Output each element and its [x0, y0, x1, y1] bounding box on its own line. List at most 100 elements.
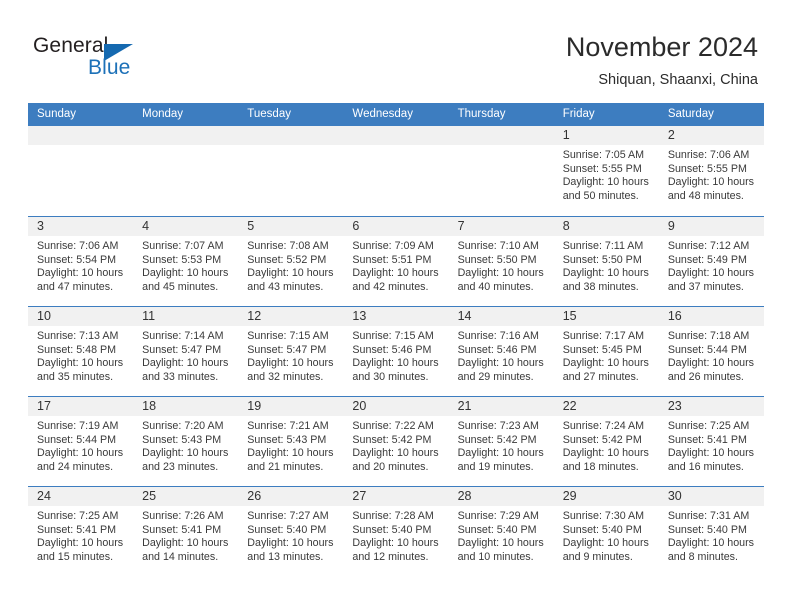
sunset-text: Sunset: 5:40 PM: [562, 523, 642, 536]
calendar-empty-cell: [448, 126, 554, 216]
sunset-text: Sunset: 5:46 PM: [352, 343, 432, 356]
calendar-day-cell[interactable]: 5 Sunrise: 7:08 AM Sunset: 5:52 PM Daylight…: [238, 217, 344, 306]
daylight-text-line2: and 37 minutes.: [667, 280, 744, 293]
calendar-day-cell[interactable]: 15 Sunrise: 7:17 AM Sunset: 5:45 PM Dayligh…: [553, 307, 659, 396]
daylight-text-line1: Daylight: 10 hours: [352, 357, 439, 370]
day-sun-info: Sunrise: 7:07 AM Sunset: 5:53 PM Daylight:…: [133, 236, 238, 294]
calendar-day-cell[interactable]: 20 Sunrise: 7:22 AM Sunset: 5:42 PM Dayligh…: [343, 397, 449, 486]
sunrise-text: Sunrise: 7:19 AM: [37, 420, 119, 432]
calendar-day-cell[interactable]: 3 Sunrise: 7:06 AM Sunset: 5:54 PM Daylight…: [28, 217, 134, 306]
daylight-text-line2: and 33 minutes.: [142, 370, 219, 383]
day-number-band: [343, 126, 449, 145]
calendar-day-cell[interactable]: 18 Sunrise: 7:20 AM Sunset: 5:43 PM Dayligh…: [133, 397, 239, 486]
day-number: 24: [37, 489, 51, 503]
calendar-day-cell[interactable]: 23 Sunrise: 7:25 AM Sunset: 5:41 PM Dayligh…: [658, 397, 764, 486]
sunset-text: Sunset: 5:45 PM: [562, 343, 642, 356]
calendar-day-cell[interactable]: 7 Sunrise: 7:10 AM Sunset: 5:50 PM Daylight…: [448, 217, 554, 306]
day-sun-info: Sunrise: 7:10 AM Sunset: 5:50 PM Daylight:…: [449, 236, 554, 294]
daylight-text-line2: and 43 minutes.: [247, 280, 324, 293]
sunset-text: Sunset: 5:40 PM: [352, 523, 432, 536]
sunrise-text: Sunrise: 7:30 AM: [562, 510, 645, 522]
daylight-text-line2: and 42 minutes.: [352, 280, 429, 293]
day-sun-info: Sunrise: 7:26 AM Sunset: 5:41 PM Daylight:…: [133, 506, 238, 564]
daylight-text-line1: Daylight: 10 hours: [247, 537, 334, 550]
day-number-band: 15: [553, 307, 659, 326]
calendar-day-cell[interactable]: 28 Sunrise: 7:29 AM Sunset: 5:40 PM Dayligh…: [448, 487, 554, 576]
day-number: 30: [667, 489, 682, 503]
calendar-day-cell[interactable]: 19 Sunrise: 7:21 AM Sunset: 5:43 PM Dayligh…: [238, 397, 344, 486]
calendar-day-cell[interactable]: 9 Sunrise: 7:12 AM Sunset: 5:49 PM Daylight…: [658, 217, 764, 306]
calendar-day-cell[interactable]: 26 Sunrise: 7:27 AM Sunset: 5:40 PM Dayligh…: [238, 487, 344, 576]
sunrise-text: Sunrise: 7:05 AM: [562, 149, 645, 161]
sunset-text: Sunset: 5:48 PM: [37, 343, 117, 356]
day-number: 1: [562, 128, 570, 142]
day-sun-info: Sunrise: 7:12 AM Sunset: 5:49 PM Daylight:…: [659, 236, 764, 294]
day-sun-info: Sunrise: 7:21 AM Sunset: 5:43 PM Daylight:…: [238, 416, 343, 474]
day-sun-info: Sunrise: 7:20 AM Sunset: 5:43 PM Daylight:…: [133, 416, 238, 474]
daylight-text-line1: Daylight: 10 hours: [142, 537, 229, 550]
calendar-day-cell[interactable]: 24 Sunrise: 7:25 AM Sunset: 5:41 PM Dayligh…: [28, 487, 134, 576]
calendar-day-cell[interactable]: 14 Sunrise: 7:16 AM Sunset: 5:46 PM Dayligh…: [448, 307, 554, 396]
general-blue-logo[interactable]: General Blue: [33, 34, 213, 84]
day-number-band: 12: [238, 307, 344, 326]
sunrise-text: Sunrise: 7:25 AM: [667, 420, 750, 432]
day-sun-info: Sunrise: 7:05 AM Sunset: 5:55 PM Daylight:…: [554, 145, 659, 203]
day-number-band: 10: [28, 307, 134, 326]
sunrise-text: Sunrise: 7:09 AM: [352, 240, 434, 252]
calendar-day-cell[interactable]: 21 Sunrise: 7:23 AM Sunset: 5:42 PM Dayligh…: [448, 397, 554, 486]
day-number: 11: [142, 309, 156, 323]
page-header: General Blue November 2024 Shiquan, Shaa…: [0, 0, 792, 103]
daylight-text-line1: Daylight: 10 hours: [667, 357, 754, 370]
daylight-text-line1: Daylight: 10 hours: [562, 447, 649, 460]
day-number: 25: [142, 489, 157, 503]
daylight-text-line2: and 9 minutes.: [562, 550, 633, 563]
day-number: 6: [352, 219, 360, 233]
daylight-text-line2: and 35 minutes.: [37, 370, 114, 383]
calendar-day-cell[interactable]: 30 Sunrise: 7:31 AM Sunset: 5:40 PM Dayligh…: [658, 487, 764, 576]
day-number-band: 2: [658, 126, 764, 145]
calendar-day-cell[interactable]: 1 Sunrise: 7:05 AM Sunset: 5:55 PM Daylight…: [553, 126, 659, 216]
calendar-day-cell[interactable]: 6 Sunrise: 7:09 AM Sunset: 5:51 PM Daylight…: [343, 217, 449, 306]
day-number-band: [133, 126, 239, 145]
day-number-band: 30: [658, 487, 764, 506]
sunset-text: Sunset: 5:43 PM: [247, 433, 327, 446]
sunrise-text: Sunrise: 7:20 AM: [142, 420, 224, 432]
sunset-text: Sunset: 5:47 PM: [247, 343, 327, 356]
calendar-day-cell[interactable]: 16 Sunrise: 7:18 AM Sunset: 5:44 PM Dayligh…: [658, 307, 764, 396]
day-number-band: 23: [658, 397, 764, 416]
day-number: 4: [142, 219, 150, 233]
day-number-band: 28: [448, 487, 554, 506]
weekday-header-tuesday: Tuesday: [247, 108, 291, 120]
calendar-day-cell[interactable]: 8 Sunrise: 7:11 AM Sunset: 5:50 PM Daylight…: [553, 217, 659, 306]
day-sun-info: Sunrise: 7:13 AM Sunset: 5:48 PM Daylight:…: [28, 326, 133, 384]
calendar-day-cell[interactable]: 10 Sunrise: 7:13 AM Sunset: 5:48 PM Dayligh…: [28, 307, 134, 396]
calendar-empty-cell: [238, 126, 344, 216]
day-number-band: 21: [448, 397, 554, 416]
sunrise-text: Sunrise: 7:24 AM: [562, 420, 645, 432]
calendar-day-cell[interactable]: 29 Sunrise: 7:30 AM Sunset: 5:40 PM Dayligh…: [553, 487, 659, 576]
sunset-text: Sunset: 5:52 PM: [247, 253, 327, 266]
day-number-band: 13: [343, 307, 449, 326]
calendar-day-cell[interactable]: 2 Sunrise: 7:06 AM Sunset: 5:55 PM Daylight…: [658, 126, 764, 216]
calendar-day-cell[interactable]: 11 Sunrise: 7:14 AM Sunset: 5:47 PM Dayligh…: [133, 307, 239, 396]
calendar-day-cell[interactable]: 25 Sunrise: 7:26 AM Sunset: 5:41 PM Dayligh…: [133, 487, 239, 576]
calendar-day-cell[interactable]: 17 Sunrise: 7:19 AM Sunset: 5:44 PM Dayligh…: [28, 397, 134, 486]
day-number: 13: [352, 309, 367, 323]
day-number-band: 20: [343, 397, 449, 416]
sunset-text: Sunset: 5:40 PM: [457, 523, 537, 536]
sunrise-text: Sunrise: 7:06 AM: [37, 240, 119, 252]
day-sun-info: Sunrise: 7:24 AM Sunset: 5:42 PM Daylight:…: [554, 416, 659, 474]
calendar-day-cell[interactable]: 13 Sunrise: 7:15 AM Sunset: 5:46 PM Dayligh…: [343, 307, 449, 396]
calendar-day-cell[interactable]: 22 Sunrise: 7:24 AM Sunset: 5:42 PM Dayligh…: [553, 397, 659, 486]
sunrise-text: Sunrise: 7:26 AM: [142, 510, 224, 522]
weekday-header-saturday: Saturday: [667, 108, 714, 120]
daylight-text-line2: and 15 minutes.: [37, 550, 114, 563]
day-number: 15: [562, 309, 577, 323]
calendar-day-cell[interactable]: 12 Sunrise: 7:15 AM Sunset: 5:47 PM Dayligh…: [238, 307, 344, 396]
day-sun-info: Sunrise: 7:31 AM Sunset: 5:40 PM Daylight:…: [659, 506, 764, 564]
sunset-text: Sunset: 5:53 PM: [142, 253, 222, 266]
sunrise-text: Sunrise: 7:15 AM: [352, 330, 434, 342]
daylight-text-line2: and 21 minutes.: [247, 460, 324, 473]
calendar-day-cell[interactable]: 4 Sunrise: 7:07 AM Sunset: 5:53 PM Daylight…: [133, 217, 239, 306]
calendar-day-cell[interactable]: 27 Sunrise: 7:28 AM Sunset: 5:40 PM Dayligh…: [343, 487, 449, 576]
